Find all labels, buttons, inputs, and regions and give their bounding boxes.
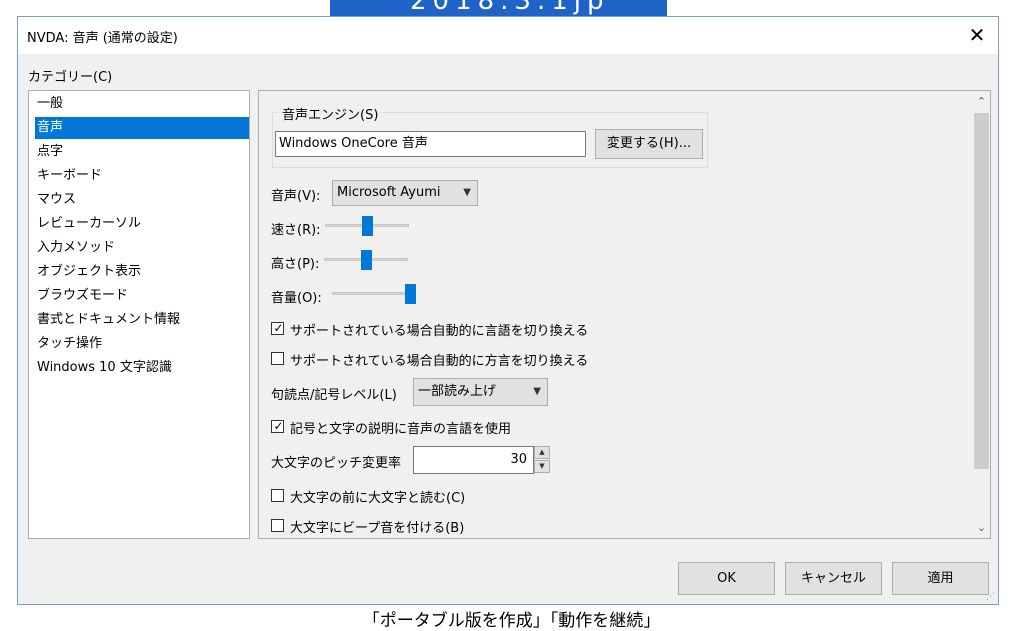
category-item[interactable]: 音声	[35, 117, 249, 139]
category-item[interactable]: 点字	[37, 141, 63, 163]
cap-pitch-label: 大文字のピッチ変更率	[271, 456, 402, 471]
volume-slider[interactable]	[332, 284, 416, 304]
background-caption: 「ポータブル版を作成」「動作を継続」	[362, 611, 661, 631]
voice-label: 音声(V):	[271, 189, 321, 204]
category-item[interactable]: Windows 10 文字認識	[37, 357, 172, 379]
cap-pitch-stepper[interactable]: ▲ ▼	[534, 446, 550, 474]
resize-grip-icon[interactable]: ⋰	[986, 592, 996, 602]
auto-language-checkbox[interactable]: ✓	[271, 321, 284, 335]
symbol-language-checkbox[interactable]: ✓	[271, 419, 284, 433]
say-cap-label: 大文字の前に大文字と読む(C)	[290, 491, 466, 506]
category-item[interactable]: 入力メソッド	[37, 237, 115, 259]
apply-button[interactable]: 適用	[892, 562, 989, 595]
scroll-down-icon[interactable]: ⌄	[973, 519, 990, 536]
scroll-up-icon[interactable]: ⌃	[973, 93, 990, 110]
rate-slider-thumb[interactable]	[362, 216, 373, 236]
settings-panel: 音声エンジン(S) Windows OneCore 音声 変更する(H)... …	[258, 90, 991, 539]
cap-pitch-value: 30	[510, 452, 527, 467]
category-item[interactable]: 書式とドキュメント情報	[37, 309, 180, 331]
engine-group-label: 音声エンジン(S)	[279, 104, 382, 123]
background-banner-text: 2018.3.1jp	[410, 0, 610, 16]
punctuation-select[interactable]: 一部読み上げ ▼	[413, 378, 548, 406]
rate-slider[interactable]	[325, 216, 409, 236]
category-item[interactable]: オブジェクト表示	[37, 261, 141, 283]
volume-label: 音量(O):	[271, 291, 322, 306]
voice-select[interactable]: Microsoft Ayumi ▼	[332, 180, 478, 206]
auto-dialect-label: サポートされている場合自動的に方言を切り換える	[290, 354, 589, 369]
rate-label: 速さ(R):	[271, 223, 321, 238]
pitch-label: 高さ(P):	[271, 257, 320, 272]
background-banner: 2018.3.1jp	[330, 0, 667, 16]
scrollbar-thumb[interactable]	[974, 113, 989, 469]
category-item[interactable]: レビューカーソル	[37, 213, 141, 235]
title-bar: NVDA: 音声 (通常の設定) ✕	[18, 17, 998, 54]
beep-cap-checkbox[interactable]	[271, 519, 284, 532]
category-item[interactable]: マウス	[37, 189, 76, 211]
change-engine-button[interactable]: 変更する(H)...	[595, 129, 703, 159]
pitch-slider-thumb[interactable]	[361, 250, 372, 270]
voice-select-value: Microsoft Ayumi	[337, 185, 441, 200]
category-item[interactable]: キーボード	[37, 165, 102, 187]
category-item[interactable]: ブラウズモード	[37, 285, 128, 307]
chevron-down-icon: ▼	[463, 187, 471, 198]
pitch-slider[interactable]	[324, 250, 408, 270]
punctuation-select-value: 一部読み上げ	[418, 384, 497, 399]
ok-button[interactable]: OK	[678, 562, 775, 595]
cap-pitch-input[interactable]: 30	[413, 446, 534, 474]
spin-down-icon[interactable]: ▼	[534, 460, 550, 473]
cancel-button[interactable]: キャンセル	[785, 562, 882, 595]
engine-field[interactable]: Windows OneCore 音声	[275, 131, 586, 157]
window-title: NVDA: 音声 (通常の設定)	[27, 31, 178, 46]
symbol-language-label: 記号と文字の説明に音声の言語を使用	[290, 422, 512, 437]
chevron-down-icon: ▼	[533, 386, 541, 397]
punctuation-label: 句読点/記号レベル(L)	[271, 388, 397, 403]
auto-dialect-checkbox[interactable]	[271, 352, 284, 365]
category-label: カテゴリー(C)	[28, 70, 113, 85]
say-cap-checkbox[interactable]	[271, 489, 284, 502]
category-item[interactable]: タッチ操作	[37, 333, 102, 355]
spin-up-icon[interactable]: ▲	[534, 446, 550, 459]
settings-dialog: NVDA: 音声 (通常の設定) ✕ カテゴリー(C) 一般 音声 点字 キーボードマ…	[17, 16, 999, 605]
category-list[interactable]: 一般 音声 点字 キーボード マウス レビューカーソル 入力メソッド オブジェクト表示 ブラウズ…	[28, 90, 250, 539]
beep-cap-label: 大文字にビープ音を付ける(B)	[290, 521, 465, 536]
auto-language-label: サポートされている場合自動的に言語を切り換える	[290, 324, 589, 339]
panel-scrollbar[interactable]: ⌃ ⌄	[973, 91, 990, 538]
close-icon[interactable]: ✕	[960, 19, 994, 51]
volume-slider-thumb[interactable]	[405, 284, 416, 304]
category-item[interactable]: 一般	[37, 93, 63, 115]
